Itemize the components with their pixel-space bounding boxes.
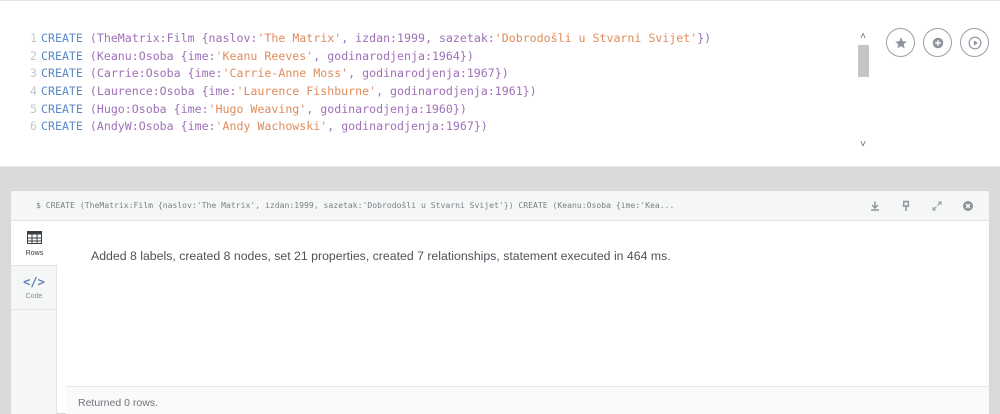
number-value: 1999 (397, 31, 425, 45)
keyword: CREATE (41, 101, 90, 116)
tab-code[interactable]: </> Code (11, 266, 57, 310)
line-number: 3 (30, 66, 37, 81)
node-identifier: Hugo:Osoba (96, 101, 174, 116)
keyword: CREATE (41, 48, 90, 63)
query-editor[interactable]: 1 CREATE (TheMatrix:Film {naslov:'The Mat… (0, 0, 1000, 167)
frame-sidebar: Rows </> Code (11, 222, 58, 414)
node-identifier: Keanu:Osoba (96, 48, 181, 63)
tab-code-label: Code (25, 293, 43, 300)
frame-header-actions (859, 197, 983, 215)
line-number: 4 (30, 84, 37, 99)
property-key: izdan: (355, 31, 398, 45)
string-value: 'Andy Wachowski' (215, 119, 328, 134)
expand-icon (932, 201, 941, 211)
number-value: 1967 (445, 119, 474, 134)
pin-icon (902, 200, 909, 211)
download-icon (870, 201, 879, 211)
table-icon (27, 230, 42, 246)
property-key: ime: (208, 84, 237, 99)
node-identifier: Laurence:Osoba (96, 84, 202, 99)
number-value: 1967 (466, 66, 495, 81)
line-number: 5 (30, 101, 37, 116)
property-key: godinarodjenja: (341, 119, 446, 134)
star-icon (894, 36, 907, 48)
property-key: naslov: (208, 31, 258, 45)
number-value: 1961 (494, 84, 523, 99)
code-icon: </> (23, 275, 45, 289)
string-value: 'Carrie-Anne Moss' (222, 66, 349, 81)
number-value: 1960 (424, 101, 453, 116)
row-count-status: Returned 0 rows. (78, 397, 158, 409)
tab-rows[interactable]: Rows (11, 222, 58, 266)
node-identifier: Carrie:Osoba (96, 66, 188, 81)
keyword: CREATE (41, 119, 90, 134)
node-identifier: TheMatrix:Film (96, 31, 202, 45)
code-line[interactable]: 6 CREATE (AndyW:Osoba {ime:'Andy Wachowsk… (30, 118, 856, 136)
string-value: 'Laurence Fishburne' (236, 84, 377, 99)
property-key: ime: (180, 101, 209, 116)
editor-actions (886, 28, 989, 57)
code-line[interactable]: 4 CREATE (Laurence:Osoba {ime:'Laurence F… (30, 83, 856, 101)
keyword: CREATE (41, 66, 90, 81)
result-frame: $ CREATE (TheMatrix:Film {naslov:'The Ma… (10, 190, 990, 414)
code-line[interactable]: 2 CREATE (Keanu:Osoba {ime:'Keanu Reeves'… (30, 48, 856, 66)
frame-footer: Returned 0 rows. (66, 386, 989, 414)
line-number: 6 (30, 119, 37, 134)
property-key: godinarodjenja: (362, 66, 467, 81)
string-value: 'Keanu Reeves' (215, 48, 314, 63)
close-icon (962, 201, 973, 211)
string-value: 'Hugo Weaving' (208, 101, 307, 116)
frame-command[interactable]: $ CREATE (TheMatrix:Film {naslov:'The Ma… (36, 200, 816, 210)
run-button[interactable] (960, 28, 989, 57)
property-key: ime: (194, 66, 223, 81)
add-button[interactable] (923, 28, 952, 57)
property-key: ime: (187, 119, 216, 134)
pin-button[interactable] (890, 197, 921, 215)
editor-scrollbar[interactable]: ˄ ˅ (856, 31, 870, 151)
tab-rows-label: Rows (25, 249, 44, 257)
string-value: 'The Matrix' (257, 31, 342, 45)
play-icon (968, 36, 981, 49)
close-button[interactable] (952, 197, 983, 215)
code-line[interactable]: 3 CREATE (Carrie:Osoba {ime:'Carrie-Anne … (30, 65, 856, 83)
property-key: godinarodjenja: (320, 101, 425, 116)
property-key: godinarodjenja: (390, 84, 495, 99)
expand-button[interactable] (921, 197, 952, 215)
property-key: ime: (187, 48, 216, 63)
number-value: 1964 (431, 48, 460, 63)
node-identifier: AndyW:Osoba (96, 119, 181, 134)
download-button[interactable] (859, 197, 890, 215)
code-area[interactable]: 1 CREATE (TheMatrix:Film {naslov:'The Mat… (30, 30, 856, 136)
scroll-thumb[interactable] (858, 45, 869, 77)
property-key: sazetak: (438, 31, 495, 45)
line-number: 2 (30, 48, 37, 63)
keyword: CREATE (41, 84, 90, 99)
result-message: Added 8 labels, created 8 nodes, set 21 … (91, 249, 671, 263)
favorite-button[interactable] (886, 28, 915, 57)
keyword: CREATE (41, 31, 90, 45)
string-value: 'Dobrodošli u Stvarni Svijet' (494, 31, 698, 45)
code-line[interactable]: 1 CREATE (TheMatrix:Film {naslov:'The Mat… (30, 30, 856, 48)
scroll-down-arrow-icon[interactable]: ˅ (856, 139, 870, 151)
plus-icon (932, 37, 943, 48)
scroll-up-arrow-icon[interactable]: ˄ (856, 31, 870, 43)
property-key: godinarodjenja: (327, 48, 432, 63)
line-number: 1 (30, 31, 37, 45)
code-line[interactable]: 5 CREATE (Hugo:Osoba {ime:'Hugo Weaving',… (30, 101, 856, 119)
frame-header: $ CREATE (TheMatrix:Film {naslov:'The Ma… (11, 191, 989, 221)
